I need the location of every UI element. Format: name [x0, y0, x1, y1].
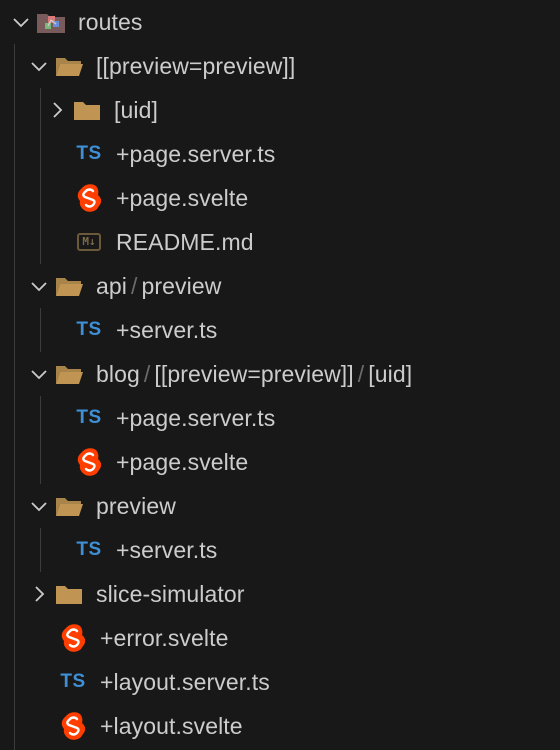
tree-item-label: +page.server.ts: [116, 404, 276, 431]
tree-item-label: +error.svelte: [100, 624, 229, 651]
tree-item-folder[interactable]: preview: [0, 484, 560, 528]
path-separator: /: [357, 360, 365, 387]
tree-item-label: +layout.svelte: [100, 712, 243, 739]
chevron-down-icon[interactable]: [26, 273, 52, 299]
tree-item-file[interactable]: TS +page.server.ts: [0, 132, 560, 176]
tree-item-label: +layout.server.ts: [100, 668, 270, 695]
typescript-icon: TS: [76, 407, 102, 428]
svelte-icon: [56, 623, 90, 653]
routes-folder-icon: [34, 7, 68, 37]
folder-open-icon: [52, 359, 86, 389]
tree-item-label: blog / [[preview=preview]] / [uid]: [96, 360, 413, 387]
markdown-icon: M↓: [72, 227, 106, 257]
tree-item-label: api / preview: [96, 272, 222, 299]
svelte-icon: [72, 447, 106, 477]
tree-item-label: +server.ts: [116, 536, 218, 563]
tree-item-file[interactable]: TS +layout.server.ts: [0, 660, 560, 704]
tree-item-label: +page.server.ts: [116, 140, 276, 167]
tree-item-label: preview: [96, 492, 176, 519]
typescript-icon: TS: [60, 671, 86, 692]
tree-item-label: [[preview=preview]]: [96, 52, 296, 79]
chevron-down-icon[interactable]: [26, 493, 52, 519]
chevron-down-icon[interactable]: [26, 53, 52, 79]
tree-item-folder[interactable]: [uid]: [0, 88, 560, 132]
tree-item-file[interactable]: +page.svelte: [0, 440, 560, 484]
file-explorer-tree: routes [[preview=preview]] [uid] TS +pag…: [0, 0, 560, 750]
typescript-icon: TS: [76, 319, 102, 340]
typescript-icon: TS: [76, 539, 102, 560]
tree-item-file[interactable]: TS +page.server.ts: [0, 396, 560, 440]
tree-item-folder[interactable]: blog / [[preview=preview]] / [uid]: [0, 352, 560, 396]
tree-item-label: +page.svelte: [116, 448, 249, 475]
chevron-down-icon[interactable]: [26, 361, 52, 387]
tree-item-label: +server.ts: [116, 316, 218, 343]
tree-item-file[interactable]: TS +server.ts: [0, 308, 560, 352]
tree-item-file[interactable]: +layout.svelte: [0, 704, 560, 748]
chevron-right-icon[interactable]: [26, 581, 52, 607]
folder-open-icon: [52, 271, 86, 301]
tree-item-label: routes: [78, 8, 143, 35]
path-separator: /: [131, 272, 138, 299]
tree-item-label: README.md: [116, 228, 254, 255]
folder-icon: [52, 579, 86, 609]
tree-item-folder[interactable]: api / preview: [0, 264, 560, 308]
typescript-icon: TS: [76, 143, 102, 164]
chevron-down-icon[interactable]: [8, 9, 34, 35]
folder-open-icon: [52, 491, 86, 521]
path-separator: /: [143, 360, 151, 387]
folder-icon: [70, 95, 104, 125]
svelte-icon: [56, 711, 90, 741]
tree-item-label: [uid]: [114, 96, 158, 123]
tree-item-file[interactable]: +error.svelte: [0, 616, 560, 660]
folder-open-icon: [52, 51, 86, 81]
tree-item-folder[interactable]: slice-simulator: [0, 572, 560, 616]
chevron-right-icon[interactable]: [44, 97, 70, 123]
tree-item-label: +page.svelte: [116, 184, 249, 211]
tree-item-folder[interactable]: [[preview=preview]]: [0, 44, 560, 88]
tree-item-file[interactable]: +page.svelte: [0, 176, 560, 220]
svelte-icon: [72, 183, 106, 213]
tree-item-label: slice-simulator: [96, 580, 245, 607]
tree-item-file[interactable]: M↓ README.md: [0, 220, 560, 264]
tree-item-file[interactable]: TS +server.ts: [0, 528, 560, 572]
tree-item-routes[interactable]: routes: [0, 0, 560, 44]
